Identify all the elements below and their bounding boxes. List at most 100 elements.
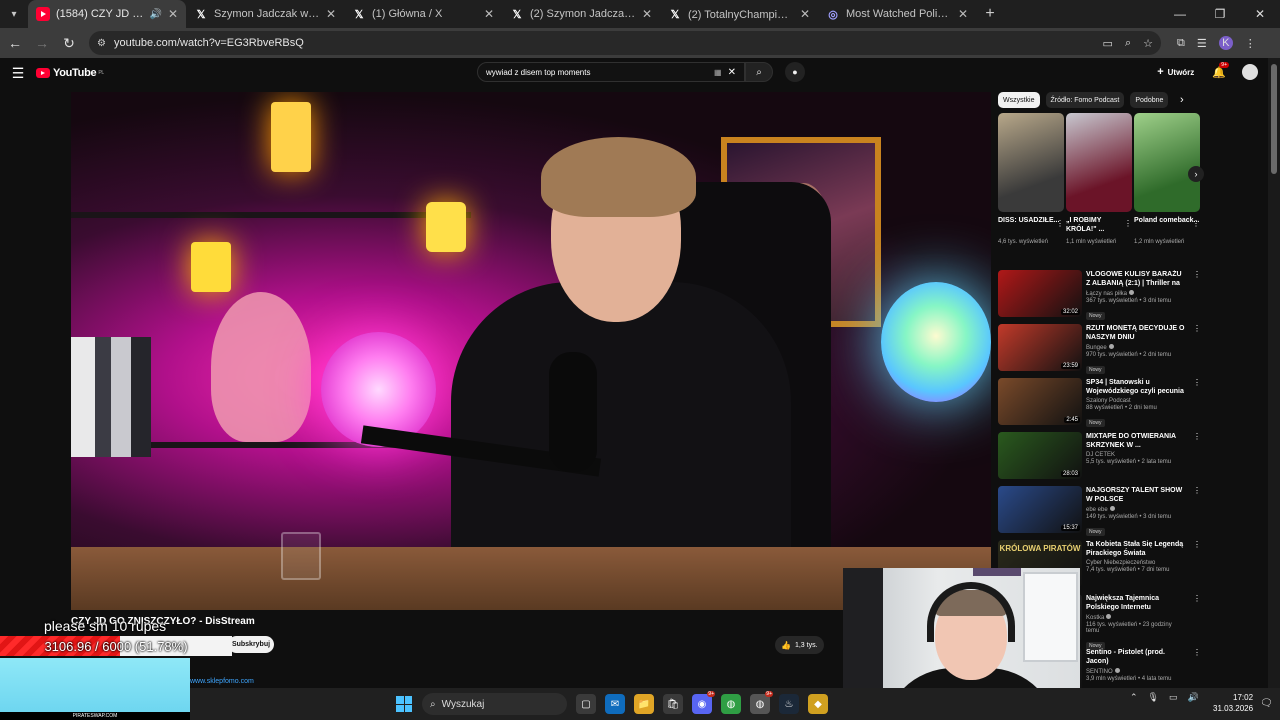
more-options-icon[interactable]: ⋮ bbox=[1193, 594, 1201, 603]
maximize-button[interactable]: ❐ bbox=[1200, 7, 1240, 21]
chrome-icon[interactable]: ◍ bbox=[721, 694, 741, 714]
more-options-icon[interactable]: ⋮ bbox=[1124, 219, 1132, 228]
omnibox[interactable]: ⚙ youtube.com/watch?v=EG3RbveRBsQ ▭ ⌕ ☆ bbox=[89, 31, 1161, 55]
chrome-alt-icon[interactable]: ◍ 9+ bbox=[750, 691, 773, 714]
clear-search-icon[interactable]: ✕ bbox=[728, 67, 736, 78]
create-button[interactable]: + Utwórz bbox=[1151, 63, 1200, 81]
channel-name[interactable]: Kostka bbox=[1086, 615, 1104, 621]
site-info-icon[interactable]: ⚙ bbox=[97, 38, 106, 49]
scrollbar-thumb[interactable] bbox=[1271, 64, 1277, 174]
close-tab-icon[interactable]: ✕ bbox=[800, 7, 810, 21]
more-options-icon[interactable]: ⋮ bbox=[1193, 324, 1201, 333]
browser-tab[interactable]: 𝕏 (2) Szymon Jadczak w serwisie X... ✕ bbox=[502, 0, 660, 28]
channel-name[interactable]: DJ CETEK bbox=[1086, 452, 1115, 458]
recommendation-item[interactable]: 15:37 NAJGORSZY TALENT SHOW W POLSCE ebe e… bbox=[998, 484, 1203, 538]
browser-tab[interactable]: 𝕏 (1) Główna / X ✕ bbox=[344, 0, 502, 28]
zoom-icon[interactable]: ⌕ bbox=[1125, 37, 1131, 50]
outlook-icon[interactable]: ✉ bbox=[605, 694, 625, 714]
short-item[interactable]: „I ROBIMY KRÓLA!" ... 1,1 mln wyświetleń ⋮ bbox=[1066, 113, 1132, 246]
file-explorer-icon[interactable]: 📁 bbox=[634, 694, 654, 714]
windows-start-icon[interactable] bbox=[396, 696, 412, 712]
clock[interactable]: 17:02 31.03.2026 bbox=[1213, 692, 1253, 714]
account-avatar[interactable] bbox=[1242, 64, 1258, 80]
description-link[interactable]: www.sklepfomo.com bbox=[190, 678, 254, 685]
volume-icon[interactable]: 🔊 bbox=[1188, 692, 1199, 703]
recommendation-item[interactable]: 2:45 SP34 | Stanowski u Wojewódzkiego czy… bbox=[998, 376, 1203, 430]
short-thumbnail[interactable] bbox=[1066, 113, 1132, 212]
network-icon[interactable]: ▭ bbox=[1169, 692, 1178, 703]
more-options-icon[interactable]: ⋮ bbox=[1056, 219, 1064, 228]
mic-tray-icon[interactable]: 🎙 bbox=[1148, 692, 1159, 703]
profile-avatar[interactable]: K bbox=[1218, 36, 1233, 50]
browser-tab[interactable]: (1584) CZY JD GO ZNISZCZYŁO 🔊 ✕ bbox=[28, 0, 186, 28]
extensions-icon[interactable]: ⧉ bbox=[1177, 37, 1185, 50]
more-options-icon[interactable]: ⋮ bbox=[1193, 432, 1201, 441]
search-input[interactable]: wywiad z disem top moments ▦ ✕ bbox=[477, 62, 745, 82]
browser-tab[interactable]: 𝕏 (2) TotalnyChampion 🎅🧀 w serwisie X ✕ bbox=[660, 0, 818, 28]
filter-chip[interactable]: Podobne bbox=[1130, 92, 1169, 108]
more-options-icon[interactable]: ⋮ bbox=[1193, 378, 1201, 387]
discord-icon[interactable]: ◉ 9+ bbox=[692, 691, 715, 714]
bookmark-star-icon[interactable]: ☆ bbox=[1143, 37, 1153, 50]
forward-button[interactable]: → bbox=[30, 35, 54, 51]
steam-icon[interactable]: ♨ bbox=[779, 694, 799, 714]
channel-name[interactable]: Cyber Niebezpieczeństwo bbox=[1086, 560, 1155, 566]
voice-search-button[interactable]: ● bbox=[785, 62, 805, 82]
browser-tab[interactable]: ◎ Most Watched Polish Twitch Streams ✕ bbox=[818, 0, 976, 28]
tab-search-chevron-icon[interactable]: ▾ bbox=[0, 0, 28, 28]
video-thumbnail[interactable]: 28:03 bbox=[998, 432, 1082, 479]
recommendation-item[interactable]: 32:02 VLOGOWE KULISY BARAŻU Z ALBANIĄ (2:… bbox=[998, 268, 1203, 322]
chevron-up-icon[interactable]: ⌃ bbox=[1130, 692, 1138, 703]
channel-name[interactable]: Bungee bbox=[1086, 345, 1107, 351]
recommendation-item[interactable]: 28:03 MIXTAPE DO OTWIERANIA SKRZYNEK W ..… bbox=[998, 430, 1203, 484]
guide-menu-icon[interactable]: ☰ bbox=[0, 65, 36, 82]
shorts-next-button[interactable]: › bbox=[1188, 166, 1204, 182]
more-options-icon[interactable]: ⋮ bbox=[1193, 270, 1201, 279]
more-options-icon[interactable]: ⋮ bbox=[1192, 219, 1200, 228]
minimize-button[interactable]: — bbox=[1160, 7, 1200, 21]
back-button[interactable]: ← bbox=[3, 35, 27, 51]
subscribe-button[interactable]: Subskrybuj bbox=[228, 636, 274, 653]
close-tab-icon[interactable]: ✕ bbox=[642, 7, 652, 21]
more-options-icon[interactable]: ⋮ bbox=[1193, 486, 1201, 495]
more-options-icon[interactable]: ⋮ bbox=[1193, 540, 1201, 549]
channel-name[interactable]: Łączy nas piłka bbox=[1086, 291, 1127, 297]
close-tab-icon[interactable]: ✕ bbox=[958, 7, 968, 21]
short-thumbnail[interactable] bbox=[1134, 113, 1200, 212]
short-thumbnail[interactable] bbox=[998, 113, 1064, 212]
new-tab-button[interactable]: + bbox=[976, 5, 1004, 23]
task-view-icon[interactable]: ▢ bbox=[576, 694, 596, 714]
like-button[interactable]: 👍 1,3 tys. bbox=[775, 636, 824, 654]
video-thumbnail[interactable]: 32:02 bbox=[998, 270, 1082, 317]
video-thumbnail[interactable]: 2:45 bbox=[998, 378, 1082, 425]
close-tab-icon[interactable]: ✕ bbox=[484, 7, 494, 21]
notifications-button[interactable]: 🔔 9+ bbox=[1212, 61, 1229, 79]
channel-name[interactable]: SENTINO bbox=[1086, 669, 1113, 675]
page-scrollbar[interactable] bbox=[1268, 58, 1280, 688]
channel-name[interactable]: Szalony Podcast bbox=[1086, 398, 1131, 404]
filter-chip[interactable]: Źródło: Fomo Podcast bbox=[1045, 92, 1125, 108]
search-button[interactable]: ⌕ bbox=[745, 62, 773, 82]
reload-button[interactable]: ↻ bbox=[57, 35, 81, 52]
taskbar-search[interactable]: ⌕ Wyszukaj bbox=[422, 693, 567, 715]
speaker-icon[interactable]: 🔊 bbox=[149, 9, 161, 20]
more-options-icon[interactable]: ⋮ bbox=[1193, 648, 1201, 657]
chips-next-icon[interactable]: › bbox=[1180, 94, 1184, 106]
browser-tab[interactable]: 𝕏 Szymon Jadczak w serwisie X: ... ✕ bbox=[186, 0, 344, 28]
short-item[interactable]: DISS: USADZIŁE... 4,6 tys. wyświetleń ⋮ bbox=[998, 113, 1064, 246]
youtube-logo[interactable]: YouTube PL bbox=[36, 67, 104, 79]
video-thumbnail[interactable]: 15:37 bbox=[998, 486, 1082, 533]
store-icon[interactable]: 🛍 bbox=[663, 694, 683, 714]
channel-name[interactable]: ebe ebe bbox=[1086, 507, 1108, 513]
video-thumbnail[interactable]: 23:59 bbox=[998, 324, 1082, 371]
keyboard-icon[interactable]: ▦ bbox=[714, 68, 722, 77]
video-player[interactable] bbox=[71, 92, 991, 610]
cast-icon[interactable]: ▭ bbox=[1103, 37, 1113, 50]
reading-list-icon[interactable]: ☰ bbox=[1197, 37, 1207, 50]
close-tab-icon[interactable]: ✕ bbox=[326, 7, 336, 21]
close-window-button[interactable]: ✕ bbox=[1240, 7, 1280, 21]
filter-chip[interactable]: Wszystkie bbox=[998, 92, 1040, 108]
notification-center-icon[interactable]: 🗨 bbox=[1260, 698, 1273, 709]
recommendation-item[interactable]: 23:59 RZUT MONETĄ DECYDUJE O NASZYM DNIU B… bbox=[998, 322, 1203, 376]
app-icon[interactable]: ◆ bbox=[808, 694, 828, 714]
